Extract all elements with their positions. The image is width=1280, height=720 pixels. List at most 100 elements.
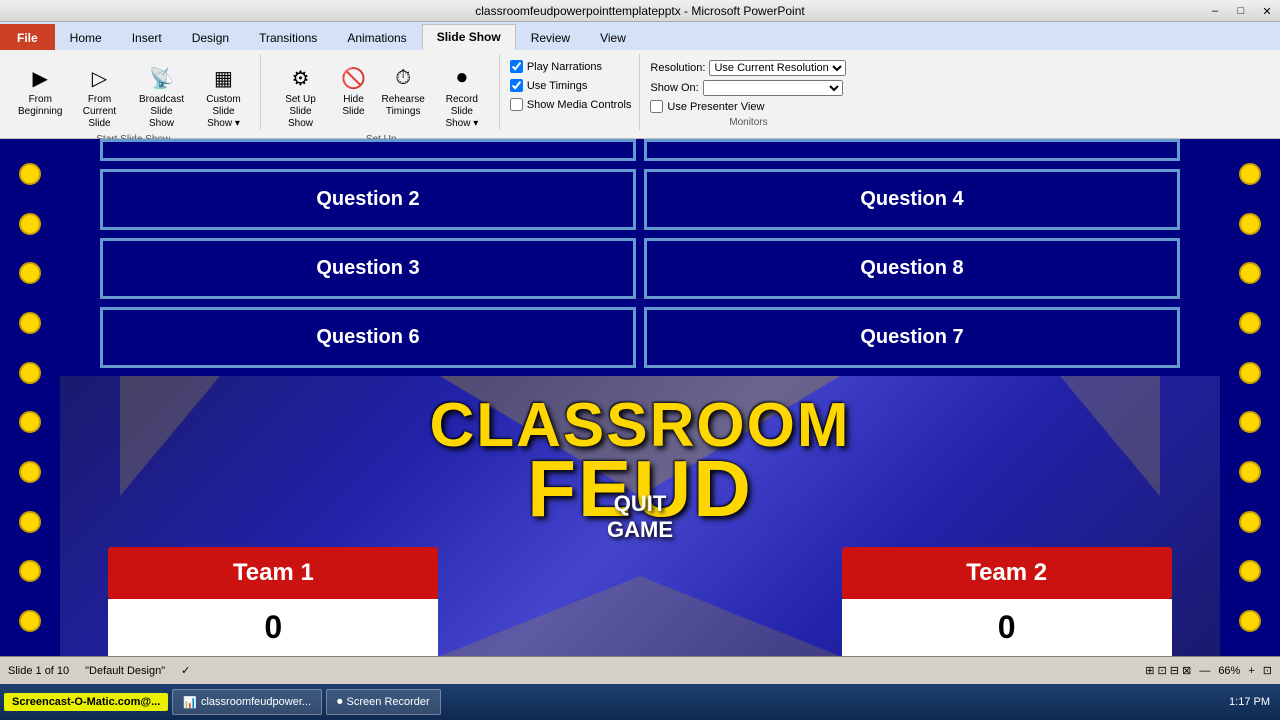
broadcast-label: BroadcastSlide Show: [136, 94, 186, 130]
dot: [19, 312, 41, 334]
quit-area: QUIT GAME: [457, 547, 824, 551]
hide-slide-button[interactable]: 🚫 HideSlide: [333, 60, 373, 120]
show-media-row: Show Media Controls: [510, 98, 632, 111]
presenter-view-label: Use Presenter View: [667, 101, 764, 113]
tab-slideshow[interactable]: Slide Show: [422, 24, 516, 50]
show-media-checkbox[interactable]: [510, 98, 523, 111]
screen-recorder-button[interactable]: ⏺ Screen Recorder: [326, 689, 441, 715]
presenter-view-checkbox[interactable]: [650, 100, 663, 113]
setup-slideshow-icon: ⚙: [284, 62, 316, 94]
hide-slide-icon: 🚫: [337, 62, 369, 94]
use-timings-label: Use Timings: [527, 80, 588, 92]
status-icons: ⊞ ⊡ ⊟ ⊠: [1145, 664, 1191, 677]
from-current-slide-button[interactable]: ▷ FromCurrent Slide: [70, 60, 128, 132]
play-narrations-checkbox[interactable]: [510, 60, 523, 73]
close-button[interactable]: ✕: [1254, 0, 1280, 22]
custom-slideshow-label: CustomSlide Show ▾: [198, 94, 248, 130]
tab-animations[interactable]: Animations: [332, 24, 421, 50]
right-dots: [1220, 139, 1280, 656]
dot: [1239, 560, 1261, 582]
screencast-logo[interactable]: Screencast-O-Matic.com@...: [4, 693, 168, 711]
tab-insert[interactable]: Insert: [117, 24, 177, 50]
from-beginning-button[interactable]: ▶ FromBeginning: [14, 60, 66, 120]
quit-game-button[interactable]: QUIT GAME: [548, 483, 731, 551]
ribbon-group-monitors: Resolution: Use Current Resolution Show …: [642, 54, 854, 130]
dot: [1239, 610, 1261, 632]
zoom-percent: 66%: [1218, 665, 1240, 677]
team1-name-button[interactable]: Team 1: [108, 547, 438, 599]
minimize-button[interactable]: –: [1202, 0, 1228, 22]
dot: [19, 610, 41, 632]
team2-name-button[interactable]: Team 2: [842, 547, 1172, 599]
team2-score: 0: [842, 599, 1172, 656]
dot: [1239, 411, 1261, 433]
maximize-button[interactable]: □: [1228, 0, 1254, 22]
show-on-select[interactable]: [703, 80, 843, 96]
ribbon-group-start-slideshow: ▶ FromBeginning ▷ FromCurrent Slide 📡 Br…: [6, 54, 261, 130]
team1-score: 0: [108, 599, 438, 656]
setup-slideshow-button[interactable]: ⚙ Set UpSlide Show: [271, 60, 329, 132]
ribbon-group-items: ▶ FromBeginning ▷ FromCurrent Slide 📡 Br…: [14, 56, 252, 132]
play-narrations-row: Play Narrations: [510, 60, 602, 73]
dot: [1239, 163, 1261, 185]
rehearse-timings-button[interactable]: ⏱ RehearseTimings: [377, 60, 428, 120]
resolution-label: Resolution:: [650, 62, 705, 74]
tab-review[interactable]: Review: [516, 24, 585, 50]
question-6-button[interactable]: Question 4: [644, 169, 1180, 230]
teams-row: Team 1 0 QUIT GAME Team 2 0: [60, 547, 1220, 656]
broadcast-button[interactable]: 📡 BroadcastSlide Show: [132, 60, 190, 132]
game-section: CLASSROOM FEUD Team 1 0 QUIT GAME Team 2…: [60, 376, 1220, 656]
record-label: Record SlideShow ▾: [437, 94, 487, 130]
ribbon-group-media: Play Narrations Use Timings Show Media C…: [502, 54, 641, 130]
dot: [19, 362, 41, 384]
question-7-button[interactable]: Question 8: [644, 238, 1180, 299]
question-1-partial[interactable]: [100, 139, 636, 161]
question-2-button[interactable]: Question 2: [100, 169, 636, 230]
tab-view[interactable]: View: [585, 24, 641, 50]
custom-slideshow-button[interactable]: ▦ CustomSlide Show ▾: [194, 60, 252, 132]
window-title: classroomfeudpowerpointtemplatepptx - Mi…: [475, 4, 804, 18]
use-timings-row: Use Timings: [510, 79, 588, 92]
custom-slideshow-icon: ▦: [207, 62, 239, 94]
from-current-label: FromCurrent Slide: [74, 94, 124, 130]
question-grid: Question 2 Question 4 Question 3 Questio…: [60, 161, 1220, 376]
fit-to-window-icon[interactable]: ⊡: [1263, 664, 1272, 677]
tab-design[interactable]: Design: [177, 24, 244, 50]
tab-home[interactable]: Home: [55, 24, 117, 50]
tab-transitions[interactable]: Transitions: [244, 24, 332, 50]
ppt-label: classroomfeudpower...: [201, 696, 311, 708]
question-top-partial: [60, 139, 1220, 161]
monitors-items: Resolution: Use Current Resolution Show …: [650, 56, 846, 115]
record-icon: ⏺: [446, 62, 478, 94]
resolution-select[interactable]: Use Current Resolution: [709, 60, 846, 76]
from-beginning-label: FromBeginning: [18, 94, 62, 118]
record-slideshow-button[interactable]: ⏺ Record SlideShow ▾: [433, 60, 491, 132]
ribbon-content: ▶ FromBeginning ▷ FromCurrent Slide 📡 Br…: [0, 50, 1280, 138]
zoom-level: —: [1199, 665, 1210, 677]
question-3-button[interactable]: Question 3: [100, 238, 636, 299]
dot: [1239, 362, 1261, 384]
hide-slide-label: HideSlide: [342, 94, 364, 118]
recorder-icon: ⏺: [337, 696, 343, 709]
rehearse-icon: ⏱: [387, 62, 419, 94]
question-4-button[interactable]: Question 6: [100, 307, 636, 368]
ribbon-tabs: File Home Insert Design Transitions Anim…: [0, 22, 1280, 50]
ppt-icon: 📊: [183, 696, 197, 709]
resolution-row: Resolution: Use Current Resolution: [650, 60, 846, 76]
show-media-label: Show Media Controls: [527, 99, 632, 111]
slide-area: Question 2 Question 4 Question 3 Questio…: [0, 139, 1280, 656]
recorder-label: Screen Recorder: [347, 696, 430, 708]
monitors-label: Monitors: [729, 115, 767, 128]
ppt-taskbar-button[interactable]: 📊 classroomfeudpower...: [172, 689, 322, 715]
use-timings-checkbox[interactable]: [510, 79, 523, 92]
question-5-partial[interactable]: [644, 139, 1180, 161]
dot: [1239, 213, 1261, 235]
question-8-button[interactable]: Question 7: [644, 307, 1180, 368]
tab-file[interactable]: File: [0, 24, 55, 50]
taskbar: Screencast-O-Matic.com@... 📊 classroomfe…: [0, 684, 1280, 720]
presenter-view-row: Use Presenter View: [650, 100, 764, 113]
zoom-in-icon[interactable]: +: [1248, 665, 1254, 677]
taskbar-time: 1:17 PM: [1229, 696, 1276, 708]
dot: [1239, 461, 1261, 483]
dot: [19, 262, 41, 284]
